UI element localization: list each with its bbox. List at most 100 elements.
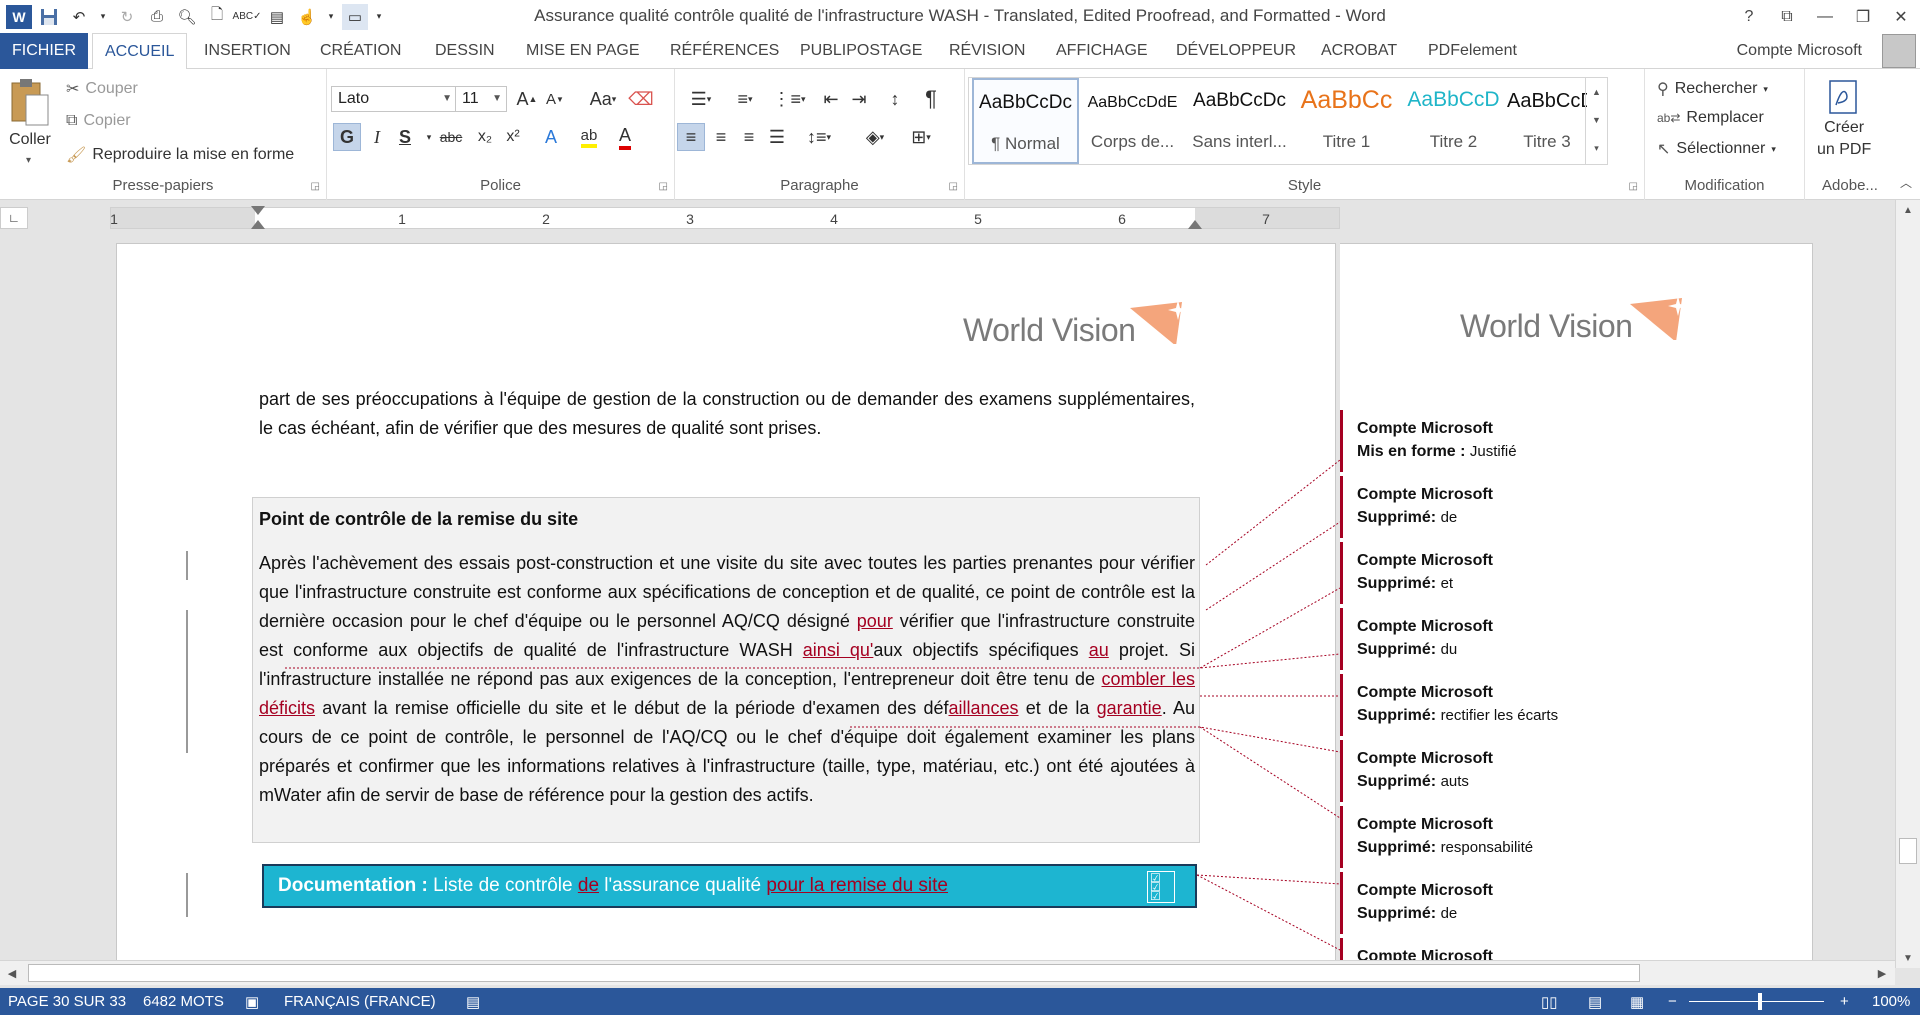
pilcrow-button[interactable]: ¶ xyxy=(917,85,945,113)
align-center-icon[interactable]: ≡ xyxy=(707,123,735,151)
numbering-icon[interactable]: ≡ ▾ xyxy=(725,85,765,113)
customize-qat-icon[interactable]: ▾ xyxy=(372,4,386,30)
box-title[interactable]: Point de contrôle de la remise du site xyxy=(259,505,1195,534)
vertical-scrollbar[interactable]: ▲ ▼ xyxy=(1895,200,1920,968)
touch-mode-icon[interactable]: ☝ xyxy=(294,4,320,30)
bold-button[interactable]: G xyxy=(333,123,361,151)
zoom-in-button[interactable]: + xyxy=(1840,993,1849,1010)
help-icon[interactable]: ? xyxy=(1730,0,1768,33)
font-color-icon[interactable]: A xyxy=(611,123,639,151)
borders-icon[interactable]: ⊞ ▾ xyxy=(901,123,941,151)
print-icon[interactable]: ⎙ xyxy=(144,4,170,30)
font-name-select[interactable]: Lato ▼ xyxy=(331,86,457,112)
zoom-level[interactable]: 100% xyxy=(1872,993,1910,1010)
styles-more-icon[interactable]: ▾ xyxy=(1586,134,1607,162)
language-status[interactable]: FRANÇAIS (FRANCE) xyxy=(284,993,436,1010)
tab-revision[interactable]: RÉVISION xyxy=(937,33,1037,69)
redo-icon[interactable]: ↻ xyxy=(114,4,140,30)
tab-accueil[interactable]: ACCUEIL xyxy=(92,33,188,70)
text-effects-icon[interactable]: A xyxy=(537,123,565,151)
zoom-slider[interactable] xyxy=(1689,1001,1824,1002)
tab-acrobat[interactable]: ACROBAT xyxy=(1309,33,1409,69)
italic-button[interactable]: I xyxy=(363,123,391,151)
intro-paragraph[interactable]: part de ses préoccupations à l'équipe de… xyxy=(259,385,1195,443)
tab-insertion[interactable]: INSERTION xyxy=(192,33,303,69)
scroll-right-icon[interactable]: ▶ xyxy=(1870,961,1894,985)
revision-balloon[interactable]: Compte Microsoft Supprimé: auts xyxy=(1340,740,1610,802)
box-body[interactable]: Après l'achèvement des essais post-const… xyxy=(259,549,1195,810)
align-left-icon[interactable]: ≡ xyxy=(677,123,705,151)
scroll-down-icon[interactable]: ▼ xyxy=(1896,948,1920,968)
style-titre-2[interactable]: AaBbCcD Titre 2 xyxy=(1400,78,1507,164)
tab-developpeur[interactable]: DÉVELOPPEUR xyxy=(1164,33,1308,69)
find-button[interactable]: ⚲ Rechercher ▾ xyxy=(1657,79,1768,99)
print-preview-icon[interactable]: 🔍︎ xyxy=(174,4,200,30)
avatar[interactable] xyxy=(1882,34,1916,68)
sort-icon[interactable]: ↕ xyxy=(881,85,909,113)
paste-dropdown-icon[interactable]: ▾ xyxy=(26,155,31,166)
undo-dropdown-icon[interactable]: ▾ xyxy=(96,4,110,30)
tab-dessin[interactable]: DESSIN xyxy=(423,33,507,69)
proofing-icon[interactable]: ▣ xyxy=(245,993,259,1011)
draft-view-icon[interactable]: ▭ xyxy=(342,3,368,30)
line-spacing-icon[interactable]: ↕≡ ▾ xyxy=(799,123,839,151)
zoom-slider-knob[interactable] xyxy=(1758,993,1762,1010)
print-layout-icon[interactable]: ▤ xyxy=(264,4,290,30)
tab-publipostage[interactable]: PUBLIPOSTAGE xyxy=(788,33,934,69)
grow-font-icon[interactable]: A ▲ xyxy=(513,85,541,113)
page-count[interactable]: PAGE 30 SUR 33 xyxy=(8,993,126,1010)
collapse-ribbon-icon[interactable]: ︿ xyxy=(1900,174,1912,191)
tab-pdfelement[interactable]: PDFelement xyxy=(1416,33,1529,69)
hanging-indent-marker[interactable] xyxy=(251,220,265,229)
new-document-icon[interactable]: 🗋 xyxy=(204,4,230,30)
word-count[interactable]: 6482 MOTS xyxy=(143,993,224,1010)
paragraph-launcher-icon[interactable]: ◲ xyxy=(949,181,958,192)
read-mode-icon[interactable]: ▯▯ xyxy=(1541,993,1558,1011)
style-sans-interligne[interactable]: AaBbCcDc Sans interl... xyxy=(1186,78,1293,164)
increase-indent-icon[interactable]: ⇥ xyxy=(845,85,873,113)
right-indent-marker[interactable] xyxy=(1188,220,1202,229)
macro-icon[interactable]: ▤ xyxy=(466,993,480,1011)
close-icon[interactable]: ✕ xyxy=(1882,0,1920,33)
create-pdf-button[interactable]: Créer un PDF xyxy=(1817,79,1871,161)
minimize-icon[interactable]: — xyxy=(1806,0,1844,33)
scroll-thumb[interactable] xyxy=(1899,838,1917,864)
print-layout-view-icon[interactable]: ▤ xyxy=(1588,993,1602,1011)
first-line-indent-marker[interactable] xyxy=(251,206,265,215)
clipboard-launcher-icon[interactable]: ◲ xyxy=(311,181,320,192)
tab-references[interactable]: RÉFÉRENCES xyxy=(658,33,791,69)
horizontal-scrollbar[interactable]: ◀ ▶ xyxy=(0,960,1895,985)
style-titre-1[interactable]: AaBbCc Titre 1 xyxy=(1293,78,1400,164)
font-size-select[interactable]: 11 ▼ xyxy=(455,86,507,112)
replace-button[interactable]: ab⇄ Remplacer xyxy=(1657,109,1764,127)
style-corps[interactable]: AaBbCcDdE Corps de... xyxy=(1079,78,1186,164)
zoom-out-button[interactable]: − xyxy=(1668,993,1677,1010)
revision-balloon[interactable]: Compte Microsoft xyxy=(1340,938,1610,960)
tab-fichier[interactable]: FICHIER xyxy=(0,33,88,69)
word-app-icon[interactable]: W xyxy=(6,4,32,29)
bullets-icon[interactable]: ☰ ▾ xyxy=(681,85,721,113)
revision-balloon[interactable]: Compte Microsoft Supprimé: rectifier les … xyxy=(1340,674,1610,736)
styles-launcher-icon[interactable]: ◲ xyxy=(1629,181,1638,192)
style-normal[interactable]: AaBbCcDc ¶ Normal xyxy=(972,78,1079,164)
cut-button[interactable]: ✂ Couper xyxy=(66,79,138,99)
align-right-icon[interactable]: ≡ xyxy=(735,123,763,151)
revision-balloon[interactable]: Compte Microsoft Supprimé: du xyxy=(1340,608,1610,670)
multilevel-list-icon[interactable]: ⋮≡ ▾ xyxy=(769,85,809,113)
touch-dropdown-icon[interactable]: ▾ xyxy=(324,4,338,30)
paste-button[interactable]: Coller xyxy=(8,77,52,149)
strikethrough-button[interactable]: abc xyxy=(433,123,469,151)
tab-mise-en-page[interactable]: MISE EN PAGE xyxy=(514,33,652,69)
superscript-button[interactable]: x² xyxy=(499,123,527,151)
scroll-up-icon[interactable]: ▲ xyxy=(1896,200,1920,220)
ribbon-display-icon[interactable]: ⧉ xyxy=(1768,0,1806,33)
horizontal-ruler[interactable]: 1 1 2 3 4 5 6 7 xyxy=(110,206,1340,229)
highlight-icon[interactable]: ab xyxy=(575,123,603,151)
spelling-icon[interactable]: ABC✓ xyxy=(233,4,262,30)
revision-balloon[interactable]: Compte Microsoft Supprimé: et xyxy=(1340,542,1610,604)
select-button[interactable]: ↖ Sélectionner ▾ xyxy=(1657,139,1776,159)
revision-balloon[interactable]: Compte Microsoft Supprimé: de xyxy=(1340,872,1610,934)
tab-selector-icon[interactable]: ∟ xyxy=(0,207,28,229)
hscroll-thumb[interactable] xyxy=(28,964,1640,982)
tab-affichage[interactable]: AFFICHAGE xyxy=(1044,33,1160,69)
